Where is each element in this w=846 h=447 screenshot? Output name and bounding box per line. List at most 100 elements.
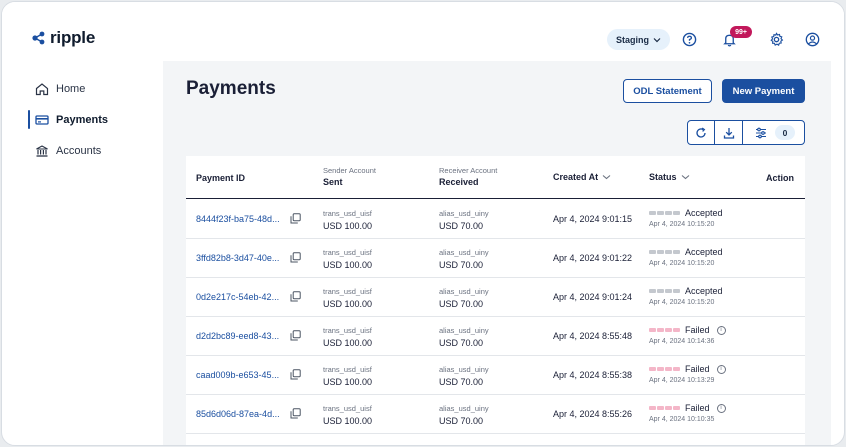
sender-account: trans_usd_uisf bbox=[323, 248, 372, 257]
payment-id-link[interactable]: 8444f23f-ba75-48d... bbox=[196, 214, 280, 224]
sent-amount: USD 100.00 bbox=[323, 299, 373, 309]
status-cell: Accepted Apr 4, 2024 10:15:20 bbox=[649, 286, 723, 306]
sent-amount: USD 100.00 bbox=[323, 260, 373, 270]
copy-icon[interactable] bbox=[290, 252, 301, 263]
payments-table: Payment ID Sender Account Sent Receiver … bbox=[186, 156, 805, 445]
column-sent-label: Sent bbox=[323, 177, 343, 187]
copy-icon[interactable] bbox=[290, 330, 301, 341]
received-cell: alias_usd_uiny USD 70.00 bbox=[439, 404, 489, 426]
received-cell: alias_usd_uiny USD 70.00 bbox=[439, 326, 489, 348]
copy-icon[interactable] bbox=[290, 408, 301, 419]
payment-id-link[interactable]: 3ffd82b8-3d47-40e... bbox=[196, 253, 279, 263]
payments-icon bbox=[35, 115, 49, 125]
receiver-account: alias_usd_uiny bbox=[439, 326, 489, 335]
filter-count: 0 bbox=[775, 125, 795, 140]
table-row[interactable]: d2d2bc89-eed8-43... trans_usd_uisf USD 100… bbox=[186, 317, 805, 356]
status-date: Apr 4, 2024 10:15:20 bbox=[649, 260, 715, 267]
received-amount: USD 70.00 bbox=[439, 416, 484, 426]
main-content: Payments ODL Statement New Payment 0 Pay… bbox=[163, 61, 831, 445]
bank-icon bbox=[36, 145, 48, 157]
payment-id-link[interactable]: 85d6d06d-87ea-4d... bbox=[196, 409, 280, 419]
received-amount: USD 70.00 bbox=[439, 221, 484, 231]
info-icon[interactable]: i bbox=[716, 364, 726, 374]
status-text: Failed bbox=[685, 403, 710, 413]
status-text: Failed bbox=[685, 364, 710, 374]
status-date: Apr 4, 2024 10:15:20 bbox=[649, 299, 715, 306]
profile-button[interactable] bbox=[804, 31, 821, 48]
status-text: Accepted bbox=[685, 247, 723, 257]
created-at: Apr 4, 2024 8:55:48 bbox=[553, 331, 633, 341]
sent-amount: USD 100.00 bbox=[323, 377, 373, 387]
table-row[interactable]: 85d6d06d-87ea-4d... trans_usd_uisf USD 100… bbox=[186, 395, 805, 434]
table-row[interactable]: 3ffd82b8-3d47-40e... trans_usd_uisf USD 10… bbox=[186, 239, 805, 278]
sent-cell: trans_usd_uisf USD 100.00 bbox=[323, 287, 372, 309]
status-text: Accepted bbox=[685, 286, 723, 296]
status-cell: Failed i Apr 4, 2024 10:10:35 bbox=[649, 403, 726, 423]
brand-name: ripple bbox=[50, 28, 96, 47]
home-icon bbox=[35, 83, 49, 96]
column-sent: Sender Account Sent bbox=[323, 166, 376, 187]
received-cell: alias_usd_uiny USD 70.00 bbox=[439, 248, 489, 270]
column-receiver-account: Receiver Account bbox=[439, 166, 498, 175]
status-date: Apr 4, 2024 10:10:35 bbox=[649, 416, 715, 423]
settings-button[interactable] bbox=[768, 31, 785, 48]
received-amount: USD 70.00 bbox=[439, 338, 484, 348]
received-amount: USD 70.00 bbox=[439, 377, 484, 387]
created-at: Apr 4, 2024 9:01:24 bbox=[553, 292, 633, 302]
sidebar-item-home[interactable]: Home bbox=[20, 78, 160, 100]
chevron-down-icon bbox=[602, 175, 611, 180]
filter-sliders-icon bbox=[756, 127, 766, 138]
sent-amount: USD 100.00 bbox=[323, 416, 373, 426]
sent-cell: trans_usd_uisf USD 100.00 bbox=[323, 404, 372, 426]
info-icon[interactable]: i bbox=[716, 403, 726, 413]
column-status[interactable]: Status bbox=[649, 172, 690, 182]
receiver-account: alias_usd_uiny bbox=[439, 248, 489, 257]
filter-button[interactable]: 0 bbox=[743, 121, 804, 144]
table-row[interactable]: 0d2e217c-54eb-42... trans_usd_uisf USD 100… bbox=[186, 278, 805, 317]
sidebar-item-label: Payments bbox=[56, 114, 108, 126]
table-row[interactable]: caad009b-e653-45... trans_usd_uisf USD 100… bbox=[186, 356, 805, 395]
environment-dropdown[interactable]: Staging bbox=[607, 29, 670, 50]
info-icon[interactable]: i bbox=[716, 325, 726, 335]
copy-icon[interactable] bbox=[290, 291, 301, 302]
created-at: Apr 4, 2024 8:55:26 bbox=[553, 409, 633, 419]
new-payment-button[interactable]: New Payment bbox=[722, 79, 805, 103]
chevron-down-icon bbox=[681, 175, 689, 180]
sidebar-item-accounts[interactable]: Accounts bbox=[20, 140, 160, 162]
received-amount: USD 70.00 bbox=[439, 299, 484, 309]
column-payment-id[interactable]: Payment ID bbox=[196, 173, 245, 183]
sidebar-item-payments[interactable]: Payments bbox=[20, 109, 160, 131]
help-button[interactable] bbox=[681, 31, 698, 48]
download-button[interactable] bbox=[715, 121, 743, 144]
sent-cell: trans_usd_uisf USD 100.00 bbox=[323, 326, 372, 348]
column-received-label: Received bbox=[439, 177, 479, 187]
received-amount: USD 70.00 bbox=[439, 260, 484, 270]
environment-label: Staging bbox=[616, 34, 649, 45]
copy-icon[interactable] bbox=[290, 213, 301, 224]
sender-account: trans_usd_uisf bbox=[323, 326, 372, 335]
table-toolbar: 0 bbox=[687, 120, 805, 145]
sender-account: trans_usd_uisf bbox=[323, 209, 372, 218]
receiver-account: alias_usd_uiny bbox=[439, 287, 489, 296]
sidebar: Home Payments Accounts bbox=[20, 61, 163, 445]
status-date: Apr 4, 2024 10:15:20 bbox=[649, 221, 715, 228]
column-sender-account: Sender Account bbox=[323, 166, 376, 175]
refresh-button[interactable] bbox=[688, 121, 715, 144]
created-at: Apr 4, 2024 8:55:38 bbox=[553, 370, 633, 380]
ripple-logo[interactable]: ripple bbox=[32, 28, 95, 48]
table-row[interactable]: 8444f23f-ba75-48d... trans_usd_uisf USD 10… bbox=[186, 200, 805, 239]
gear-icon bbox=[770, 32, 784, 46]
status-cell: Accepted Apr 4, 2024 10:15:20 bbox=[649, 247, 723, 267]
table-header: Payment ID Sender Account Sent Receiver … bbox=[186, 156, 805, 199]
sent-amount: USD 100.00 bbox=[323, 221, 373, 231]
received-cell: alias_usd_uiny USD 70.00 bbox=[439, 209, 489, 231]
odl-statement-button[interactable]: ODL Statement bbox=[623, 79, 712, 103]
payment-id-link[interactable]: caad009b-e653-45... bbox=[196, 370, 279, 380]
column-created-at[interactable]: Created At bbox=[553, 172, 611, 182]
copy-icon[interactable] bbox=[290, 369, 301, 380]
payment-id-link[interactable]: 0d2e217c-54eb-42... bbox=[196, 292, 279, 302]
column-received: Receiver Account Received bbox=[439, 166, 497, 187]
ripple-logo-icon bbox=[32, 31, 45, 45]
payment-id-link[interactable]: d2d2bc89-eed8-43... bbox=[196, 331, 279, 341]
status-cell: Accepted Apr 4, 2024 10:15:20 bbox=[649, 208, 723, 228]
